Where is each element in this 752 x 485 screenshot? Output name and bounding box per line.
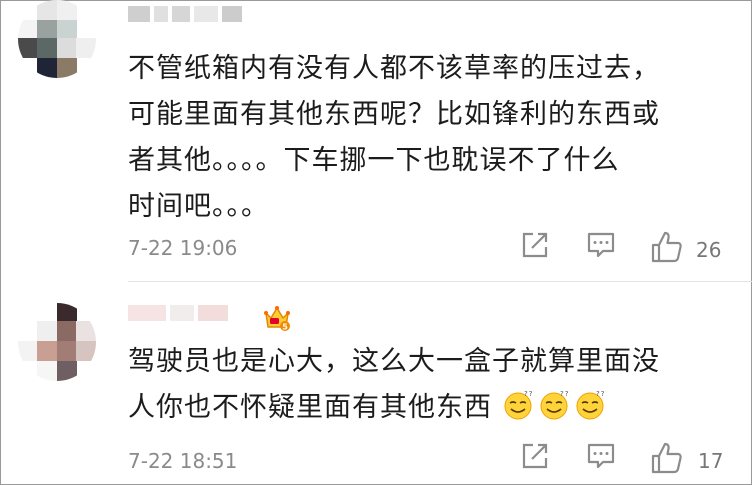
like-thumb-icon[interactable] bbox=[650, 230, 684, 264]
comment-icon[interactable] bbox=[586, 441, 616, 471]
crown-badge-icon: 5 bbox=[262, 303, 292, 333]
avatar[interactable] bbox=[18, 0, 96, 78]
share-icon[interactable] bbox=[520, 230, 550, 260]
like-thumb-icon[interactable] bbox=[650, 441, 684, 475]
comment-item: 5 驾驶员也是心大，这么大一盒子就算里面没 人你也不怀疑里面有其他东西 ????… bbox=[0, 287, 752, 485]
svg-text:5: 5 bbox=[282, 323, 288, 332]
comment-time: 7-22 19:06 bbox=[128, 236, 238, 260]
avatar[interactable] bbox=[18, 303, 96, 381]
comment-time: 7-22 18:51 bbox=[128, 449, 238, 473]
like-count: 17 bbox=[698, 449, 724, 473]
comment-text: 驾驶员也是心大，这么大一盒子就算里面没 人你也不怀疑里面有其他东西 ??????… bbox=[128, 346, 660, 423]
dizzy-smile-emoji-icon: ??? bbox=[540, 390, 570, 420]
svg-text:???: ??? bbox=[524, 390, 534, 398]
dizzy-smile-emoji-icon: ??? bbox=[504, 390, 534, 420]
comment-item: 不管纸箱内有没有人都不该草率的压过去， 可能里面有其他东西呢？比如锋利的东西或 … bbox=[0, 0, 752, 278]
share-icon[interactable] bbox=[520, 441, 550, 471]
dizzy-smile-emoji-icon: ??? bbox=[576, 390, 606, 420]
username-blurred[interactable] bbox=[128, 305, 248, 331]
comment-divider bbox=[128, 281, 752, 282]
svg-text:???: ??? bbox=[596, 390, 606, 398]
comment-text: 不管纸箱内有没有人都不该草率的压过去， 可能里面有其他东西呢？比如锋利的东西或 … bbox=[128, 53, 660, 222]
comment-icon[interactable] bbox=[586, 230, 616, 260]
like-count: 26 bbox=[696, 238, 722, 262]
svg-text:???: ??? bbox=[560, 390, 570, 398]
username-blurred[interactable] bbox=[128, 6, 268, 32]
